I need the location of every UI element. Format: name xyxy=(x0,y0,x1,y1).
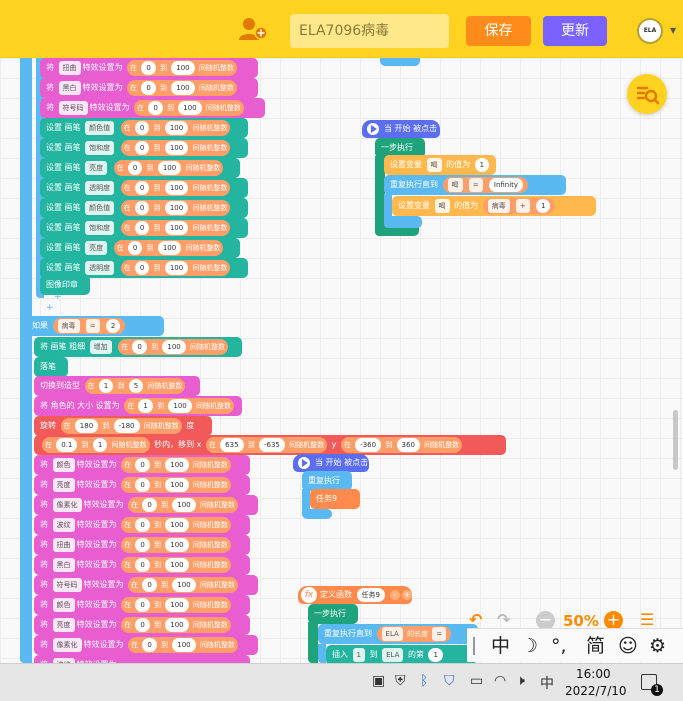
effect-block-7[interactable]: 将 波纹 特效设置为 在 0 到 100 间随机整数 xyxy=(34,515,250,535)
settings-icon[interactable]: ⚙ xyxy=(649,629,666,663)
effect-block-6[interactable]: 将 像素化 特效设置为 在 0 到 100 间随机整数 xyxy=(34,495,258,515)
effect-block-4[interactable]: 将 颜色 特效设置为 在 0 到 100 间随机整数 xyxy=(34,455,250,475)
glide-block[interactable]: 在 0.1 到 1 间随机整数 秒内，移到 x 在 635 到 -635 间随机… xyxy=(34,435,506,455)
language-indicator[interactable]: 中 xyxy=(540,673,554,693)
list-search-icon xyxy=(636,86,660,105)
repeat-until-block[interactable]: 重复执行直到 喝 = Infinity xyxy=(384,175,566,195)
chevron-down-icon[interactable]: ▼ xyxy=(670,26,676,35)
effect-block-12[interactable]: 将 亮度 特效设置为 在 0 到 100 间随机整数 xyxy=(34,615,250,635)
play-icon xyxy=(296,455,312,471)
volume-muted-icon[interactable]: 🕨 xyxy=(516,673,525,689)
add-block-icon[interactable]: + xyxy=(54,292,62,302)
effect-block-14[interactable]: 将 波纹特效设置为 xyxy=(34,655,250,663)
play-icon xyxy=(365,121,381,137)
clock-time[interactable]: 16:00 xyxy=(576,667,611,681)
update-button[interactable]: 更新 xyxy=(543,16,607,46)
clock-date[interactable]: 2022/7/10 xyxy=(565,684,627,698)
set-size-block[interactable]: 将 角色的 大小 设置为 在 1 到 100 间随机整数 xyxy=(34,396,242,416)
stamp-block[interactable]: 图像印章 xyxy=(40,275,90,295)
repeat-block[interactable]: 重复执行 xyxy=(302,471,352,491)
bluetooth-icon[interactable]: ᛒ xyxy=(420,673,428,689)
zoom-menu-button[interactable] xyxy=(627,74,667,114)
effect-block-13[interactable]: 将 像素化 特效设置为 在 0 到 100 间随机整数 xyxy=(34,635,258,655)
code-workspace[interactable]: 将 扭曲 特效设置为 在 0 到 100 间随机整数 将 黑白 特效设置为 在 0 … xyxy=(0,58,683,663)
moon-icon[interactable]: ☽ xyxy=(521,629,538,663)
punctuation-button[interactable]: °, xyxy=(551,629,567,663)
step-exec-wrapper-2 xyxy=(308,622,318,663)
pen-size-block[interactable]: 将 画笔 粗细 增加 在 0 到 100 间随机整数 xyxy=(34,337,242,357)
pen-block-1[interactable]: 设置 画笔 颜色值 在 0 到 100 间随机整数 xyxy=(40,118,248,138)
ime-drag-handle[interactable] xyxy=(473,637,475,655)
effect-block-10[interactable]: 将 符号码 特效设置为 在 0 到 100 间随机整数 xyxy=(34,575,258,595)
vertical-scrollbar[interactable] xyxy=(673,410,678,470)
rotate-block[interactable]: 旋转 在 180 到 -180 间随机整数 度 xyxy=(34,416,212,436)
remove-param-icon[interactable]: - xyxy=(389,590,400,600)
if-block[interactable]: 如果 病毒 = 2 xyxy=(26,316,164,336)
add-user-icon[interactable] xyxy=(239,17,267,41)
function-icon: fx xyxy=(301,587,317,603)
effect-block-11[interactable]: 将 颜色 特效设置为 在 0 到 100 间随机整数 xyxy=(34,595,250,615)
repeat-wrapper-3 xyxy=(318,644,326,663)
avatar-logo-text: ELA xyxy=(643,27,657,34)
simplified-button[interactable]: 简 xyxy=(586,629,605,663)
ime-toolbar: 中 ☽ °, 简 ☺ ⚙ xyxy=(467,628,683,662)
repeat-until-block-2[interactable]: 重复执行直到 ELA 的长度 = xyxy=(318,624,478,644)
pen-block-4[interactable]: 设置 画笔 透明度 在 0 到 100 间随机整数 xyxy=(40,178,248,198)
effect-block-8[interactable]: 将 扭曲 特效设置为 在 0 到 100 间随机整数 xyxy=(34,535,250,555)
pen-block-3[interactable]: 设置 画笔 亮度 在 0 到 100 间随机整数 xyxy=(40,158,240,178)
repeat-footer-2 xyxy=(302,509,332,519)
effect-block-5[interactable]: 将 亮度 特效设置为 在 0 到 100 间随机整数 xyxy=(34,475,250,495)
partial-block[interactable] xyxy=(380,58,420,66)
windows-taskbar: ▣ ⛨ ᛒ ⛉ ▭ ◠ 🕨 中 16:00 2022/7/10 1 xyxy=(0,663,683,701)
when-clicked-hat-1[interactable]: 当 开始 被点击 xyxy=(362,120,440,138)
effect-block-2[interactable]: 将 黑白 特效设置为 在 0 到 100 间随机整数 xyxy=(40,78,258,98)
set-var-block-2[interactable]: 设置变量 喝 的值为 病毒 + 1 xyxy=(392,196,596,216)
pen-block-6[interactable]: 设置 画笔 饱和度 在 0 到 100 间随机整数 xyxy=(40,218,248,238)
repeat-footer xyxy=(384,216,422,228)
top-toolbar: ELA7096病毒 保存 更新 ELA ▼ xyxy=(0,0,683,58)
set-var-block-1[interactable]: 设置变量 喝 的值为 1 xyxy=(384,155,496,175)
ime-mode-button[interactable]: 中 xyxy=(491,629,510,663)
add-param-icon[interactable]: + xyxy=(402,590,413,600)
pen-block-7[interactable]: 设置 画笔 亮度 在 0 到 100 间随机整数 xyxy=(40,238,240,258)
pen-down-block[interactable]: 落笔 xyxy=(34,357,68,377)
pen-block-5[interactable]: 设置 画笔 颜色值 在 0 到 100 间随机整数 xyxy=(40,198,248,218)
user-avatar[interactable]: ELA xyxy=(637,18,663,44)
define-function-hat[interactable]: fx 定义函数 任务9 - + xyxy=(298,586,413,604)
wifi-icon[interactable]: ◠ xyxy=(494,673,506,689)
network-icon[interactable]: ▭ xyxy=(470,673,483,689)
shield-icon[interactable]: ⛨ xyxy=(395,673,406,689)
when-clicked-hat-2[interactable]: 当 开始 被点击 xyxy=(293,454,369,472)
emoji-icon[interactable]: ☺ xyxy=(618,629,638,663)
call-task9-block[interactable]: 任务9 xyxy=(310,489,360,509)
security-icon[interactable]: ⛉ xyxy=(444,673,455,689)
switch-costume-block[interactable]: 切换到造型 在 1 到 5 间随机整数 xyxy=(34,376,200,396)
step-exec-block-2[interactable]: 一步执行 xyxy=(308,604,358,624)
tablet-icon[interactable]: ▣ xyxy=(372,673,385,689)
add-block-icon[interactable]: + xyxy=(46,303,54,313)
notification-count: 1 xyxy=(651,684,663,696)
save-button[interactable]: 保存 xyxy=(466,16,531,46)
project-title-input[interactable]: ELA7096病毒 xyxy=(290,14,449,48)
pen-block-2[interactable]: 设置 画笔 饱和度 在 0 到 100 间随机整数 xyxy=(40,138,248,158)
fit-icon[interactable]: ☰ xyxy=(640,610,654,629)
effect-block-9[interactable]: 将 黑白 特效设置为 在 0 到 100 间随机整数 xyxy=(34,555,250,575)
insert-block[interactable]: 插入 1 到 ELA 的第 1 xyxy=(326,645,476,663)
effect-block-1[interactable]: 将 扭曲 特效设置为 在 0 到 100 间随机整数 xyxy=(40,58,258,78)
effect-block-3[interactable]: 将 符号码 特效设置为 在 0 到 100 间随机整数 xyxy=(40,98,265,118)
script-wrapper-bar xyxy=(20,58,32,663)
